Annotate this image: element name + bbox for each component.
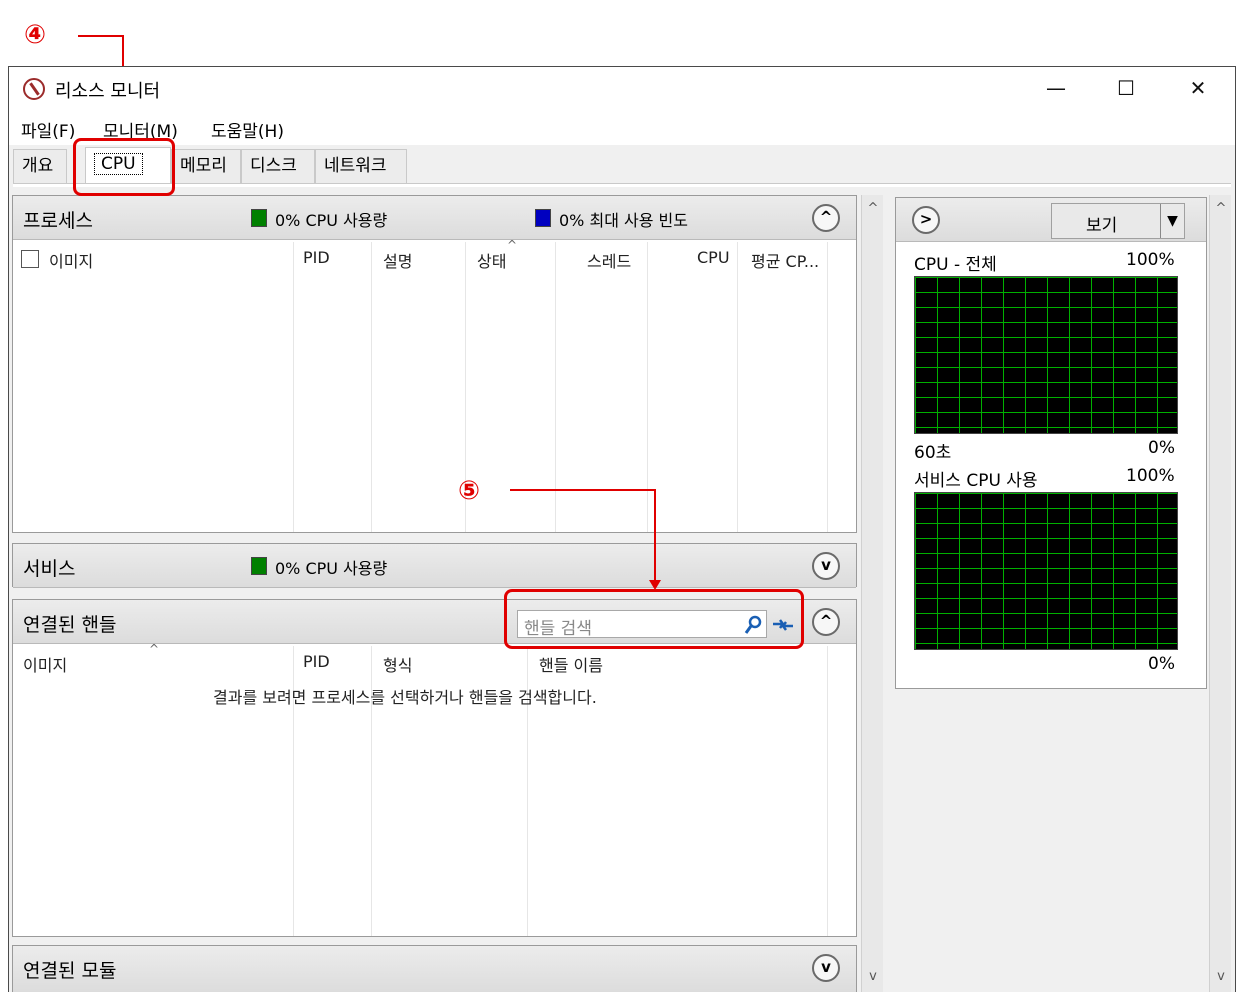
- column-divider: [737, 242, 738, 532]
- expand-chevron-icon[interactable]: v: [812, 552, 840, 580]
- forward-chevron-icon[interactable]: >: [912, 206, 940, 234]
- scroll-up-icon[interactable]: ^: [862, 201, 884, 216]
- col-pid[interactable]: PID: [303, 248, 330, 267]
- col-avg-cpu[interactable]: 평균 CP...: [751, 248, 819, 272]
- window-title: 리소스 모니터: [55, 81, 161, 102]
- col-threads[interactable]: 스레드: [587, 248, 631, 272]
- graph1-time: 60초: [914, 443, 952, 463]
- expand-chevron-icon[interactable]: v: [812, 954, 840, 982]
- services-header[interactable]: 서비스 0% CPU 사용량 v: [13, 544, 856, 588]
- max-freq-swatch: [535, 209, 551, 227]
- minimize-button[interactable]: —: [1021, 67, 1091, 109]
- col-image[interactable]: 이미지: [23, 652, 67, 676]
- col-description[interactable]: 설명: [383, 248, 412, 272]
- annotation-line: [654, 489, 656, 581]
- graph-panel-header: > 보기 ▼: [896, 198, 1206, 242]
- column-divider: [371, 242, 372, 532]
- services-title: 서비스: [23, 558, 76, 580]
- services-panel: 서비스 0% CPU 사용량 v: [12, 543, 857, 588]
- collapse-chevron-icon[interactable]: ^: [812, 608, 840, 636]
- cpu-tab-highlight: [73, 138, 175, 196]
- col-image[interactable]: 이미지: [49, 248, 93, 272]
- collapse-chevron-icon[interactable]: ^: [812, 204, 840, 232]
- handle-search-highlight: [504, 589, 804, 649]
- graph-scrollbar[interactable]: ^ v: [1209, 195, 1231, 992]
- step5-annotation: ⑤: [458, 476, 481, 506]
- handles-title: 연결된 핸들: [23, 614, 117, 636]
- modules-title: 연결된 모듈: [23, 960, 117, 982]
- graph2-max: 100%: [1126, 466, 1175, 486]
- resource-monitor-icon: [23, 78, 45, 100]
- col-status[interactable]: 상태: [477, 248, 506, 272]
- services-cpu-usage: 0% CPU 사용량: [275, 559, 388, 578]
- graph2-title: 서비스 CPU 사용: [914, 471, 1038, 491]
- scroll-down-icon[interactable]: v: [1210, 969, 1232, 984]
- graph1-min: 0%: [1148, 438, 1175, 458]
- tab-overview[interactable]: 개요: [13, 149, 67, 183]
- title-bar: 리소스 모니터 — ☐ ✕: [9, 67, 1235, 109]
- menu-file[interactable]: 파일(F): [21, 117, 75, 142]
- close-button[interactable]: ✕: [1163, 67, 1233, 109]
- menu-bar: 파일(F) 모니터(M) 도움말(H): [9, 109, 1235, 145]
- column-divider: [293, 242, 294, 532]
- annotation-line: [510, 489, 656, 491]
- resource-monitor-window: 리소스 모니터 — ☐ ✕ 파일(F) 모니터(M) 도움말(H) 개요 CPU…: [8, 66, 1236, 992]
- col-pid[interactable]: PID: [303, 652, 330, 671]
- column-divider: [827, 242, 828, 532]
- processes-title: 프로세스: [23, 210, 93, 232]
- graph1-title: CPU - 전체: [914, 255, 997, 275]
- graph-panel: > 보기 ▼ CPU - 전체 100% 60초 0% 서비스 CPU 사용 1…: [895, 197, 1207, 689]
- view-label: 보기: [1086, 216, 1118, 236]
- scroll-down-icon[interactable]: v: [862, 969, 884, 984]
- scroll-up-icon[interactable]: ^: [1210, 201, 1232, 216]
- modules-header[interactable]: 연결된 모듈 v: [13, 946, 856, 992]
- tab-disk[interactable]: 디스크: [241, 149, 315, 183]
- select-all-checkbox[interactable]: [21, 250, 39, 268]
- maximize-button[interactable]: ☐: [1091, 67, 1161, 109]
- processes-max-freq: 0% 최대 사용 빈도: [559, 211, 688, 230]
- col-handle-name[interactable]: 핸들 이름: [539, 652, 603, 676]
- processes-header[interactable]: 프로세스 0% CPU 사용량 0% 최대 사용 빈도 ^: [13, 196, 856, 240]
- service-cpu-graph: [914, 492, 1178, 650]
- tab-content-border: [13, 183, 1231, 187]
- column-divider: [827, 646, 828, 936]
- handles-panel: 연결된 핸들 핸들 검색 ^ 이미지 ^ PID 형식 핸들 이름 결과를 보려…: [12, 599, 857, 937]
- sort-caret-icon: ^: [149, 642, 160, 656]
- col-cpu[interactable]: CPU: [697, 248, 730, 267]
- dropdown-arrow-icon[interactable]: ▼: [1160, 204, 1184, 238]
- step4-annotation: ④: [24, 20, 47, 50]
- handles-empty-message: 결과를 보려면 프로세스를 선택하거나 핸들을 검색합니다.: [213, 688, 597, 707]
- annotation-line: [78, 35, 124, 37]
- menu-help[interactable]: 도움말(H): [211, 117, 284, 142]
- processes-cpu-usage: 0% CPU 사용량: [275, 211, 388, 230]
- tab-memory[interactable]: 메모리: [171, 149, 241, 183]
- cpu-total-graph: [914, 276, 1178, 434]
- cpu-usage-swatch: [251, 209, 267, 227]
- sort-caret-icon: ^: [507, 238, 518, 252]
- col-type[interactable]: 형식: [383, 652, 412, 676]
- graph1-max: 100%: [1126, 250, 1175, 270]
- modules-panel: 연결된 모듈 v: [12, 945, 857, 992]
- view-button[interactable]: 보기 ▼: [1051, 203, 1185, 239]
- cpu-usage-swatch: [251, 557, 267, 575]
- processes-panel: 프로세스 0% CPU 사용량 0% 최대 사용 빈도 ^ 이미지 PID 설명…: [12, 195, 857, 533]
- graph2-min: 0%: [1148, 654, 1175, 674]
- tab-network[interactable]: 네트워크: [315, 149, 407, 183]
- main-scrollbar[interactable]: ^ v: [861, 195, 883, 992]
